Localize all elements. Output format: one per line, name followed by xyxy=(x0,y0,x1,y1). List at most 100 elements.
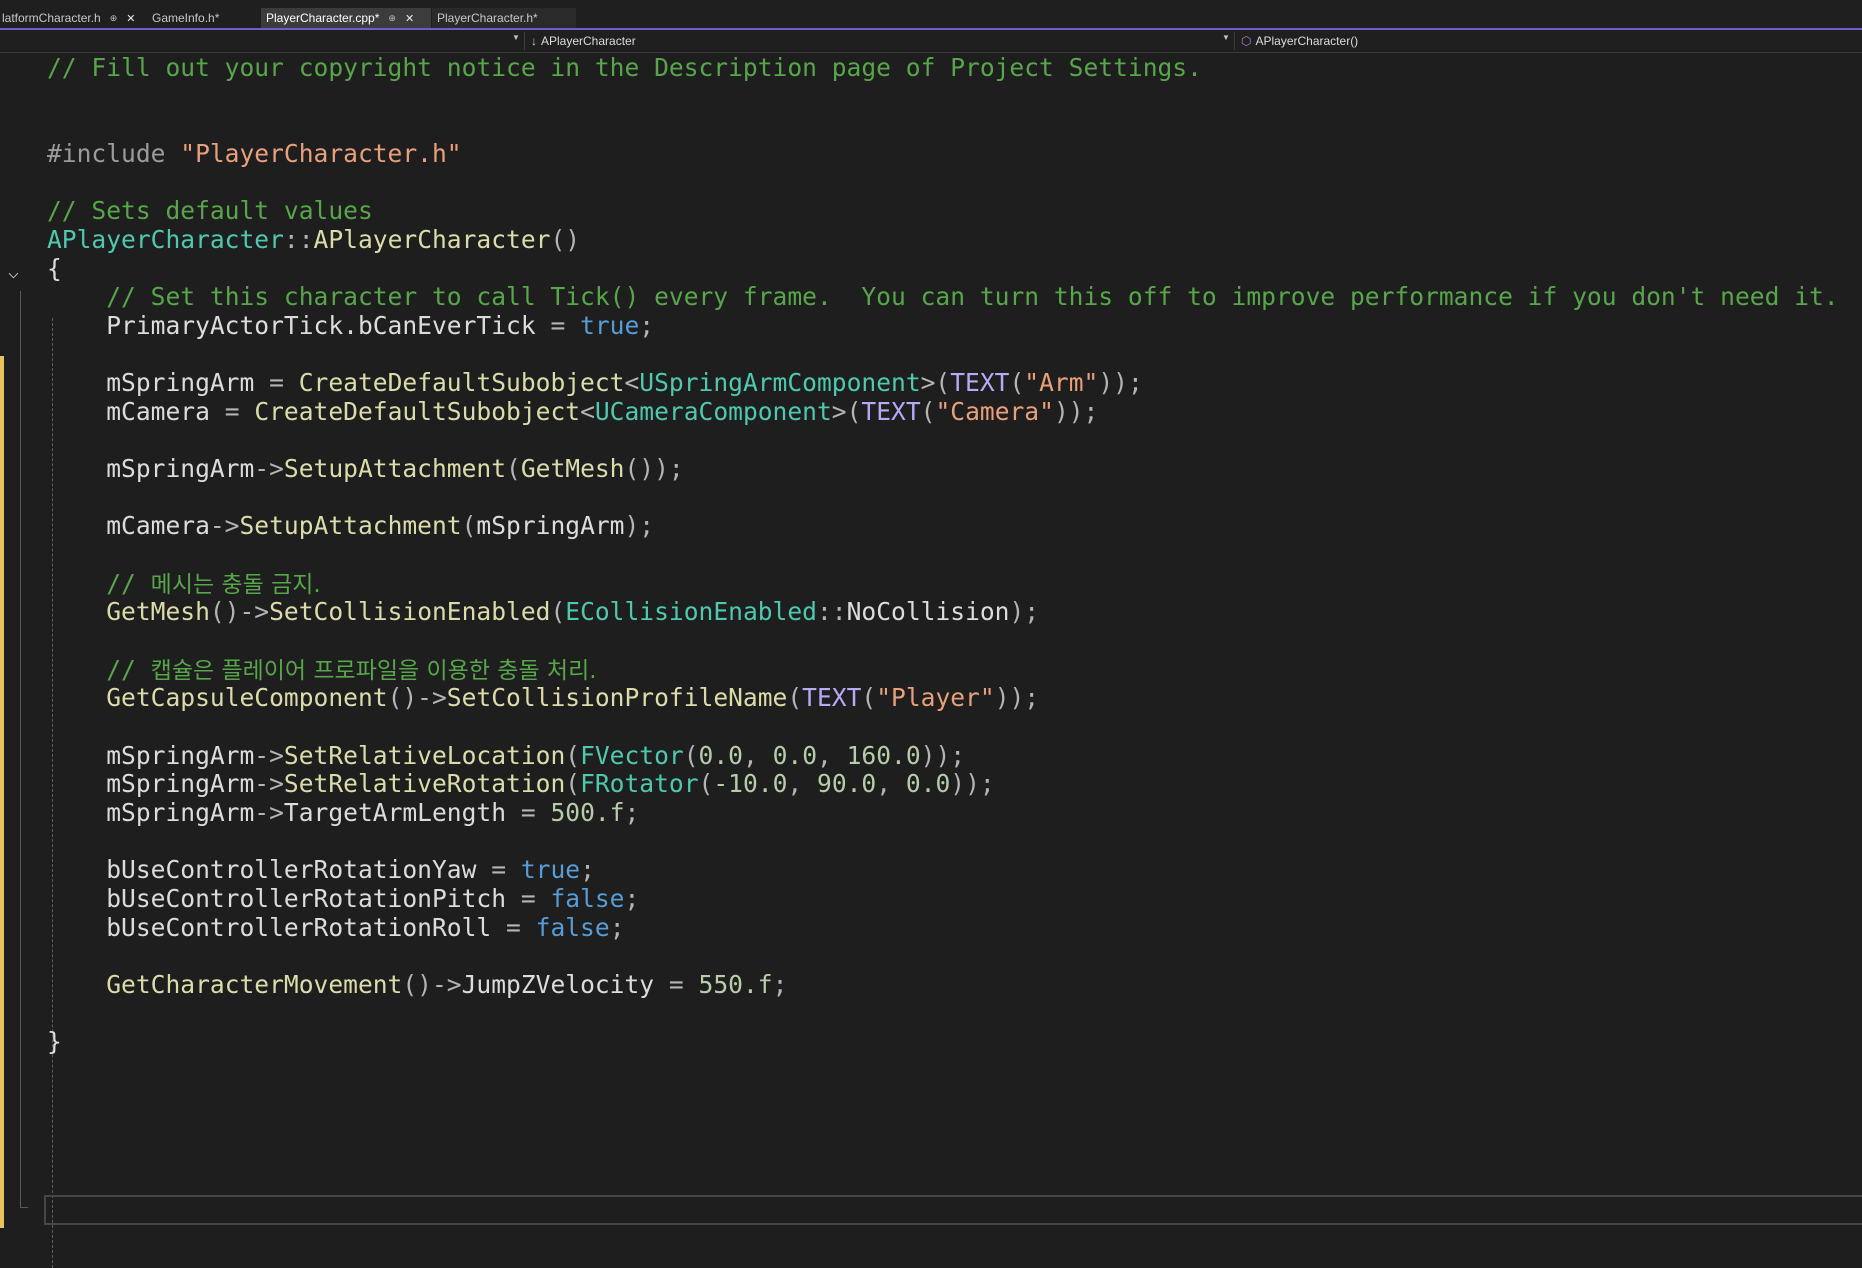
code-token: 550.f xyxy=(698,969,773,999)
code-token: bUseControllerRotationPitch xyxy=(47,883,521,913)
nav-divider xyxy=(1234,32,1235,50)
code-line[interactable]: GetCharacterMovement()->JumpZVelocity = … xyxy=(47,968,787,1002)
code-token: ( xyxy=(683,740,699,770)
code-token: false xyxy=(535,912,610,942)
class-selector[interactable]: ↓ APlayerCharacter xyxy=(531,34,636,48)
code-line[interactable]: mCamera->SetupAttachment(mSpringArm); xyxy=(47,509,654,543)
code-token: CreateDefaultSubobject xyxy=(298,368,625,398)
code-token: mSpringArm xyxy=(47,797,255,827)
collapse-chevron-icon[interactable]: ⌵ xyxy=(8,264,19,282)
code-token: NoCollision xyxy=(846,597,1010,627)
code-token: TEXT xyxy=(950,368,1010,398)
tab-gameinfo-h[interactable]: GameInfo.h* xyxy=(148,8,256,28)
code-token: )); xyxy=(1053,396,1099,426)
code-token: = xyxy=(550,310,581,340)
code-token: GetCharacterMovement xyxy=(106,969,403,999)
code-line[interactable]: PrimaryActorTick.bCanEverTick = true; xyxy=(47,309,654,343)
code-token: CreateDefaultSubobject xyxy=(254,396,581,426)
code-token: GetMesh xyxy=(520,454,625,484)
code-line[interactable]: GetCapsuleComponent()->SetCollisionProfi… xyxy=(47,681,1039,715)
code-token: ECollisionEnabled xyxy=(565,597,817,627)
code-token: ()-> xyxy=(402,969,462,999)
code-token: )); xyxy=(950,769,995,799)
code-token: -> xyxy=(254,454,284,484)
code-token: -> xyxy=(254,797,284,827)
code-token: PrimaryActorTick.bCanEverTick xyxy=(47,310,551,340)
code-token: ( xyxy=(550,597,566,627)
code-line[interactable]: mCamera = CreateDefaultSubobject<UCamera… xyxy=(47,395,1098,429)
code-token: // Sets default values xyxy=(47,196,373,226)
code-token: TargetArmLength xyxy=(283,797,521,827)
close-icon[interactable]: ✕ xyxy=(405,12,414,25)
code-token: ( xyxy=(698,769,714,799)
code-token: = xyxy=(506,912,536,942)
code-token: bUseControllerRotationRoll xyxy=(47,912,507,942)
outline-fold-end xyxy=(20,1207,28,1208)
unsaved-changes-bar xyxy=(0,356,4,1228)
code-line[interactable]: APlayerCharacter::APlayerCharacter() xyxy=(47,223,580,257)
code-line[interactable]: mSpringArm->TargetArmLength = 500.f; xyxy=(47,796,639,830)
code-token: >( xyxy=(920,368,951,398)
code-token: ; xyxy=(624,797,640,827)
pin-icon[interactable]: ⊕ xyxy=(388,13,396,24)
code-token: APlayerCharacter xyxy=(313,224,551,254)
code-token: 0.0 xyxy=(698,740,743,770)
code-line[interactable]: bUseControllerRotationRoll = false; xyxy=(47,911,624,945)
code-token: () xyxy=(550,224,581,254)
code-token: TEXT xyxy=(861,396,921,426)
tab-playercharacter-h[interactable]: PlayerCharacter.h* xyxy=(432,8,576,28)
code-token: mSpringArm xyxy=(47,740,255,770)
code-line[interactable]: GetMesh()->SetCollisionEnabled(ECollisio… xyxy=(47,595,1039,629)
code-line[interactable]: mSpringArm->SetupAttachment(GetMesh()); xyxy=(47,452,684,486)
code-token: // Set this character to call Tick() eve… xyxy=(106,282,1839,312)
tab-playercharacter-cpp[interactable]: PlayerCharacter.cpp* ⊕ ✕ xyxy=(261,8,431,28)
code-token: FRotator xyxy=(580,769,699,799)
code-line[interactable]: // Fill out your copyright notice in the… xyxy=(47,51,1202,85)
code-line[interactable]: } xyxy=(47,1025,62,1059)
pin-icon[interactable]: ⊕ xyxy=(110,13,118,24)
code-token: 90.0 xyxy=(817,769,877,799)
code-token: )); xyxy=(994,683,1040,713)
current-line-highlight xyxy=(44,1195,1862,1225)
tab-label: PlayerCharacter.cpp* xyxy=(266,11,380,25)
tab-platformcharacter-h[interactable]: latformCharacter.h ⊕ ✕ xyxy=(0,8,142,28)
navigation-bar: ▼ ↓ APlayerCharacter ▼ ⬡ APlayerCharacte… xyxy=(0,30,1862,53)
project-dropdown-chevron-icon[interactable]: ▼ xyxy=(512,33,520,42)
code-token: = xyxy=(520,883,551,913)
code-token: "Camera" xyxy=(935,396,1054,426)
code-token: , xyxy=(817,740,847,770)
code-token: -10.0 xyxy=(713,769,788,799)
code-token: JumpZVelocity xyxy=(461,969,669,999)
close-icon[interactable]: ✕ xyxy=(126,12,135,25)
code-editor[interactable]: ⌵ // Fill out your copyright notice in t… xyxy=(0,51,1862,1268)
code-token: < xyxy=(624,368,640,398)
code-token: // xyxy=(106,654,151,684)
code-token: ( xyxy=(920,396,936,426)
code-token: ( xyxy=(1009,368,1025,398)
code-line[interactable]: #include "PlayerCharacter.h" xyxy=(47,137,462,171)
code-token: ; xyxy=(772,969,788,999)
code-token: SetCollisionProfileName xyxy=(446,683,788,713)
code-token: ( xyxy=(787,683,803,713)
code-token: = xyxy=(269,368,299,398)
code-token: 500.f xyxy=(550,797,625,827)
code-token: #include xyxy=(47,138,181,168)
member-selector[interactable]: ⬡ APlayerCharacter() xyxy=(1241,34,1358,48)
document-tab-strip: latformCharacter.h ⊕ ✕ GameInfo.h* Playe… xyxy=(0,0,1862,28)
code-token: ( xyxy=(861,683,877,713)
class-dropdown-chevron-icon[interactable]: ▼ xyxy=(1222,33,1230,42)
code-token: bUseControllerRotationYaw xyxy=(47,855,492,885)
code-token: // Fill out your copyright notice in the… xyxy=(47,53,1202,82)
code-token: mSpringArm xyxy=(476,511,625,541)
code-token: ; xyxy=(580,855,595,885)
tab-label: GameInfo.h* xyxy=(152,11,220,25)
code-token: false xyxy=(550,883,625,913)
code-token: true xyxy=(520,855,581,885)
nav-divider xyxy=(524,32,525,50)
code-token: // xyxy=(106,568,151,598)
code-token: SetupAttachment xyxy=(239,511,462,541)
code-token: TEXT xyxy=(802,683,862,713)
code-token: ( xyxy=(461,511,477,541)
